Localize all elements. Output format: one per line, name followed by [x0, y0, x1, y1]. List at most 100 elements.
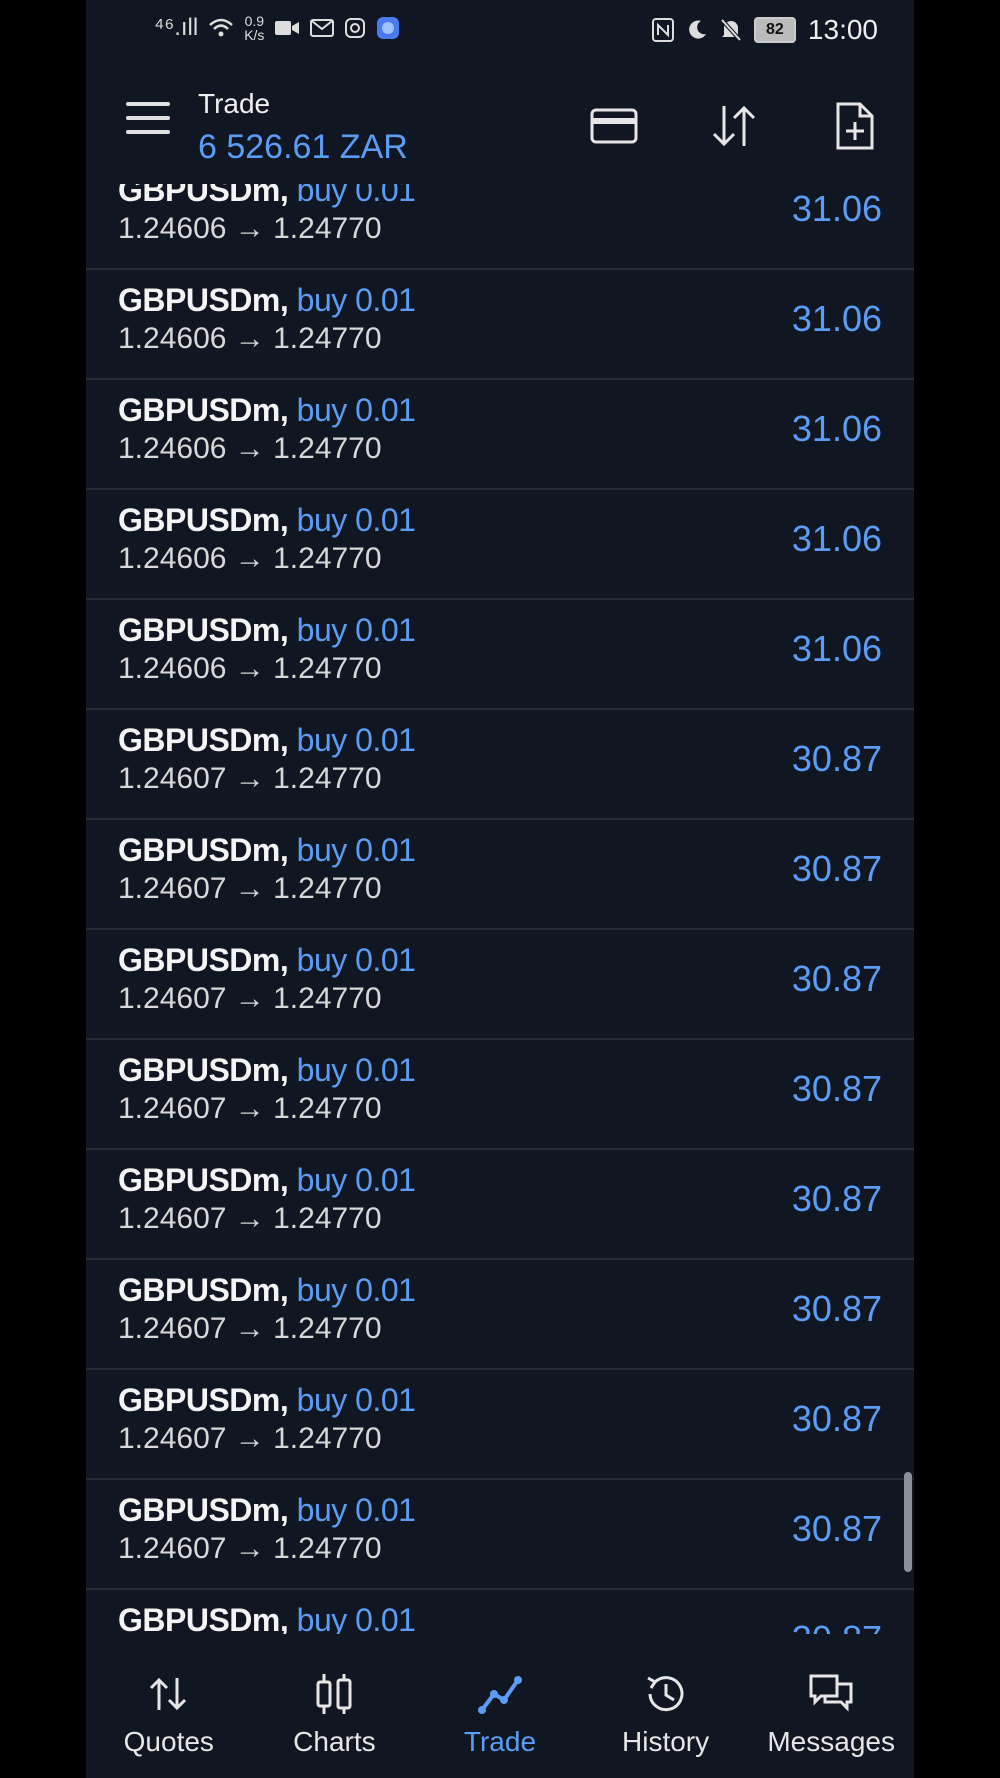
position-row[interactable]: GBPUSDm, buy 0.01 1.24606 → 1.24770 31.06 [86, 490, 914, 600]
app-header: Trade 6 526.61 ZAR [86, 64, 914, 184]
position-row[interactable]: GBPUSDm, buy 0.01 1.24606 → 1.24770 31.06 [86, 184, 914, 270]
position-row[interactable]: GBPUSDm, buy 0.01 1.24607 → 1.24770 30.87 [86, 1040, 914, 1150]
nav-messages-label: Messages [767, 1726, 895, 1757]
battery-icon: 82 [753, 17, 796, 43]
nav-charts[interactable]: Charts [252, 1634, 418, 1778]
nav-quotes[interactable]: Quotes [86, 1634, 252, 1778]
position-prices: 1.24607 → 1.24770 [118, 1532, 382, 1565]
position-profit: 30.87 [791, 1178, 882, 1219]
position-side-volume: buy 0.01 [296, 1492, 416, 1528]
position-profit: 30.87 [791, 1508, 882, 1549]
position-prices: 1.24607 → 1.24770 [118, 1312, 382, 1345]
page-title: Trade [198, 88, 271, 119]
quotes-arrows-icon [149, 1677, 186, 1711]
position-profit: 30.87 [791, 848, 882, 889]
nav-history[interactable]: History [583, 1634, 749, 1778]
history-clock-icon [646, 1676, 684, 1712]
menu-icon[interactable] [126, 102, 170, 138]
credit-card-icon [590, 108, 638, 144]
position-side-volume: buy 0.01 [296, 722, 416, 758]
position-side-volume: buy 0.01 [296, 612, 416, 648]
position-prices: 1.24606 → 1.24770 [118, 432, 382, 465]
position-symbol: GBPUSDm, buy 0.01 [118, 502, 416, 538]
app-notification-icon [376, 16, 400, 40]
nav-charts-label: Charts [293, 1726, 376, 1757]
position-row[interactable]: GBPUSDm, buy 0.01 1.24606 → 1.24770 31.06 [86, 600, 914, 710]
position-profit: 30.87 [791, 1288, 882, 1329]
position-profit: 31.06 [791, 298, 882, 339]
position-side-volume: buy 0.01 [296, 1162, 416, 1198]
position-profit: 30.87 [791, 1398, 882, 1439]
positions-list-inner: GBPUSDm, buy 0.01 1.24606 → 1.24770 31.06 G… [86, 184, 914, 1634]
phone-screen: ⁴⁶.ıll 0.9 K/s 82 13:00 Trade 6 526.61 Z… [86, 0, 914, 1778]
deposit-card-button[interactable] [588, 100, 640, 152]
positions-list[interactable]: GBPUSDm, buy 0.01 1.24606 → 1.24770 31.06 G… [86, 184, 914, 1634]
position-profit: 31.06 [791, 628, 882, 669]
nav-messages[interactable]: Messages [748, 1634, 914, 1778]
position-profit: 30.87 [791, 738, 882, 779]
position-symbol: GBPUSDm, buy 0.01 [118, 1602, 416, 1634]
position-profit: 30.87 [792, 1618, 882, 1634]
instagram-icon [344, 17, 366, 39]
new-document-icon [836, 102, 874, 150]
position-side-volume: buy 0.01 [296, 502, 416, 538]
position-prices: 1.24606 → 1.24770 [118, 542, 382, 575]
position-row[interactable]: GBPUSDm, buy 0.01 1.24607 → 1.24770 30.87 [86, 1480, 914, 1590]
position-symbol: GBPUSDm, buy 0.01 [118, 612, 416, 648]
position-prices: 1.24607 → 1.24770 [118, 872, 382, 905]
position-symbol: GBPUSDm, buy 0.01 [118, 722, 416, 758]
nav-quotes-label: Quotes [123, 1726, 214, 1757]
position-row[interactable]: GBPUSDm, buy 0.01 1.24607 → 1.24770 30.87 [86, 820, 914, 930]
position-side-volume: buy 0.01 [296, 1272, 416, 1308]
position-symbol: GBPUSDm, buy 0.01 [118, 392, 416, 428]
position-side-volume: buy 0.01 [296, 282, 416, 318]
position-side-volume: buy 0.01 [296, 832, 416, 868]
new-order-button[interactable] [828, 100, 880, 152]
nfc-icon [651, 18, 674, 42]
status-bar-right: 82 13:00 [651, 14, 878, 46]
sort-arrows-icon [712, 105, 756, 147]
moon-icon [686, 19, 708, 41]
position-row[interactable]: GBPUSDm, buy 0.01 1.24606 → 1.24770 31.06 [86, 270, 914, 380]
position-profit: 30.87 [791, 1068, 882, 1109]
position-symbol: GBPUSDm, buy 0.01 [118, 184, 416, 209]
wifi-icon [208, 17, 234, 39]
video-call-icon [274, 19, 300, 37]
position-row[interactable]: GBPUSDm, buy 0.01 1.24606 → 1.24770 31.06 [86, 380, 914, 490]
nav-trade[interactable]: Trade [417, 1634, 583, 1778]
position-side-volume: buy 0.01 [296, 1382, 416, 1418]
bottom-nav: Quotes Charts Trade History Messages [86, 1634, 914, 1778]
position-symbol: GBPUSDm, buy 0.01 [118, 832, 416, 868]
clock: 13:00 [807, 14, 878, 45]
position-row[interactable]: GBPUSDm, buy 0.011.24607 → 1.2477030.87 [86, 1260, 914, 1370]
position-symbol: GBPUSDm, buy 0.01 [118, 1052, 416, 1088]
position-prices: 1.24607 → 1.24770 [118, 1202, 382, 1235]
status-bar-left: ⁴⁶.ıll 0.9 K/s [154, 14, 400, 42]
position-prices: 1.24606 → 1.24770 [118, 322, 382, 355]
position-prices: 1.24607 → 1.24770 [118, 982, 382, 1015]
position-row[interactable]: GBPUSDm, buy 0.011.24607 → 1.2477030.87 [86, 1370, 914, 1480]
signal-icon: ⁴⁶.ıll [154, 14, 199, 41]
position-row[interactable]: GBPUSDm, buy 0.011.24607 → 1.2477030.87 [86, 1590, 914, 1634]
position-symbol: GBPUSDm, buy 0.01 [118, 1382, 416, 1418]
sort-button[interactable] [708, 100, 760, 152]
muted-bell-icon [720, 18, 742, 42]
position-prices: 1.24606 → 1.24770 [118, 652, 382, 685]
position-symbol: GBPUSDm, buy 0.01 [118, 282, 416, 318]
position-prices: 1.24607 → 1.24770 [118, 1092, 382, 1125]
trade-line-icon [477, 1676, 522, 1714]
position-side-volume: buy 0.01 [296, 942, 416, 978]
position-symbol: GBPUSDm, buy 0.01 [118, 942, 416, 978]
position-side-volume: buy 0.01 [296, 392, 416, 428]
position-row[interactable]: GBPUSDm, buy 0.011.24607 → 1.2477030.87 [86, 710, 914, 820]
gmail-icon [310, 18, 335, 38]
position-row[interactable]: GBPUSDm, buy 0.01 1.24607 → 1.24770 30.87 [86, 1150, 914, 1260]
scrollbar[interactable] [904, 1472, 912, 1572]
nav-history-label: History [622, 1726, 710, 1757]
position-symbol: GBPUSDm, buy 0.01 [118, 1162, 416, 1198]
position-side-volume: buy 0.01 [296, 184, 416, 208]
status-bar: ⁴⁶.ıll 0.9 K/s 82 13:00 [86, 0, 914, 64]
position-symbol: GBPUSDm, buy 0.01 [118, 1492, 416, 1528]
position-profit: 31.06 [791, 518, 882, 559]
position-row[interactable]: GBPUSDm, buy 0.011.24607 → 1.2477030.87 [86, 930, 914, 1040]
